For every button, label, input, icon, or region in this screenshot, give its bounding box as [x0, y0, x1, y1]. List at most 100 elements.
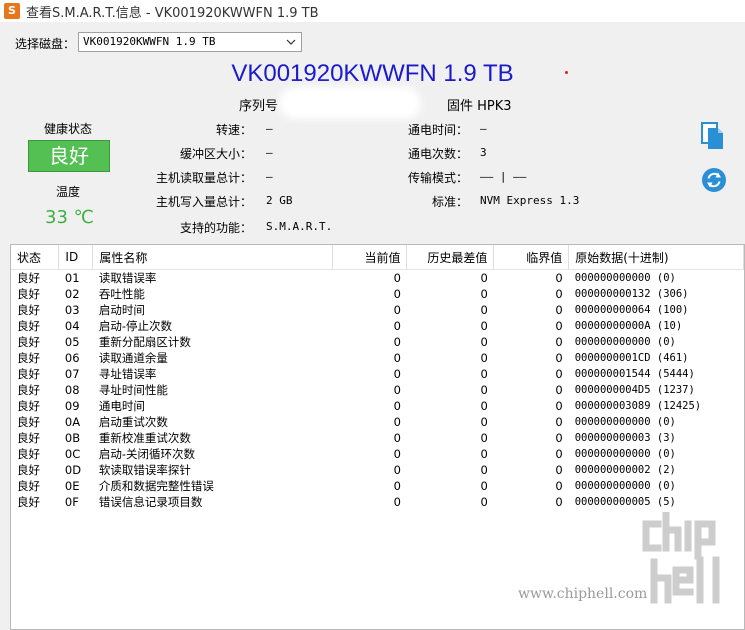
column-header-name[interactable]: 属性名称: [92, 245, 333, 270]
row-threshold-value: 0: [555, 431, 563, 445]
title-bar: S 查看S.M.A.R.T.信息 - VK001920KWWFN 1.9 TB: [0, 0, 745, 22]
row-id: 08: [64, 383, 80, 397]
row-attribute-name: 读取通道余量: [98, 351, 168, 365]
row-attribute-name: 吞吐性能: [98, 287, 145, 301]
row-current-value: 0: [393, 351, 401, 365]
row-current-value: 0: [393, 271, 401, 285]
row-status: 良好: [17, 383, 40, 397]
row-worst-value: 0: [480, 319, 488, 333]
row-worst-value: 0: [480, 415, 488, 429]
row-worst-value: 0: [480, 367, 488, 381]
firmware-label: 固件: [447, 99, 474, 114]
copy-icon[interactable]: [700, 121, 726, 151]
row-threshold-value: 0: [555, 463, 563, 477]
row-attribute-name: 启动-关闭循环次数: [98, 447, 196, 461]
refresh-icon[interactable]: [701, 167, 727, 193]
row-threshold-value: 0: [555, 271, 563, 285]
table-row[interactable]: 良好 08 寻址时间性能 0 0 0 0000000004D5 (1237): [11, 382, 744, 398]
table-row[interactable]: 良好 02 吞吐性能 0 0 0 000000000132 (306): [11, 286, 744, 302]
host-writes-label: 主机写入量总计：: [155, 195, 252, 209]
row-attribute-name: 启动时间: [98, 303, 145, 317]
table-row[interactable]: 良好 06 读取通道余量 0 0 0 0000000001CD (461): [11, 350, 744, 366]
firmware-info: 固件 HPK3: [447, 95, 512, 114]
row-id: 0B: [64, 431, 81, 445]
row-threshold-value: 0: [555, 479, 563, 493]
watermark-url: www.chiphell.com: [518, 586, 648, 602]
row-attribute-name: 寻址错误率: [98, 367, 157, 381]
row-current-value: 0: [393, 319, 401, 333]
row-raw-data: 000000001544 (5444): [574, 368, 695, 380]
transfer-mode-label: 传输模式：: [407, 171, 468, 185]
row-raw-data: 000000000000 (0): [574, 416, 676, 428]
table-row[interactable]: 良好 04 启动-停止次数 0 0 0 00000000000A (10): [11, 318, 744, 334]
table-row[interactable]: 良好 0B 重新校准重试次数 0 0 0 000000000003 (3): [11, 430, 744, 446]
row-status: 良好: [17, 447, 40, 461]
row-status: 良好: [17, 463, 40, 477]
chevron-down-icon: [286, 39, 296, 45]
row-id: 05: [64, 335, 80, 349]
column-header-id[interactable]: ID: [58, 245, 94, 270]
row-status: 良好: [17, 367, 40, 381]
smart-attribute-table[interactable]: 状态 ID 属性名称 当前值 历史最差值 临界值 原始数据(十进制) 良好 01 读…: [10, 244, 745, 630]
temperature-label: 温度: [56, 185, 81, 199]
column-header-current[interactable]: 当前值: [332, 245, 408, 270]
column-header-worst[interactable]: 历史最差值: [406, 245, 495, 270]
row-current-value: 0: [393, 383, 401, 397]
window-title: 查看S.M.A.R.T.信息 - VK001920KWWFN 1.9 TB: [26, 6, 319, 21]
row-worst-value: 0: [480, 479, 488, 493]
row-raw-data: 000000000064 (100): [574, 304, 689, 316]
row-current-value: 0: [393, 463, 401, 477]
row-status: 良好: [17, 479, 40, 493]
table-row[interactable]: 良好 0E 介质和数据完整性错误 0 0 0 000000000000 (0): [11, 478, 744, 494]
table-row[interactable]: 良好 0D 软读取错误率探针 0 0 0 000000000002 (2): [11, 462, 744, 478]
row-status: 良好: [17, 415, 40, 429]
row-raw-data: 00000000000A (10): [574, 320, 683, 332]
table-row[interactable]: 良好 0C 启动-关闭循环次数 0 0 0 000000000000 (0): [11, 446, 744, 462]
table-row[interactable]: 良好 09 通电时间 0 0 0 000000003089 (12425): [11, 398, 744, 414]
row-threshold-value: 0: [555, 447, 563, 461]
column-header-raw[interactable]: 原始数据(十进制): [568, 245, 744, 270]
app-icon: S: [4, 3, 20, 19]
row-worst-value: 0: [480, 399, 488, 413]
table-row[interactable]: 良好 03 启动时间 0 0 0 000000000064 (100): [11, 302, 744, 318]
row-current-value: 0: [393, 335, 401, 349]
table-row[interactable]: 良好 05 重新分配扇区计数 0 0 0 000000000000 (0): [11, 334, 744, 350]
table-row[interactable]: 良好 07 寻址错误率 0 0 0 000000001544 (5444): [11, 366, 744, 382]
row-id: 01: [64, 271, 80, 285]
row-status: 良好: [17, 351, 40, 365]
features-value: S.M.A.R.T.: [266, 220, 333, 233]
health-status-badge: 良好: [28, 140, 110, 172]
table-row[interactable]: 良好 0F 错误信息记录项目数 0 0 0 000000000005 (5): [11, 494, 744, 510]
buffer-size-label: 缓冲区大小：: [179, 147, 252, 161]
row-current-value: 0: [393, 431, 401, 445]
row-worst-value: 0: [480, 463, 488, 477]
column-header-status[interactable]: 状态: [11, 245, 60, 270]
disk-model-title: VK001920KWWFN 1.9 TB: [231, 60, 514, 87]
row-raw-data: 000000000000 (0): [574, 480, 676, 492]
row-current-value: 0: [393, 495, 401, 509]
table-row[interactable]: 良好 0A 启动重试次数 0 0 0 000000000000 (0): [11, 414, 744, 430]
row-threshold-value: 0: [555, 335, 563, 349]
temperature-value: 33 ℃: [45, 207, 94, 228]
power-on-hours-value: —: [480, 122, 487, 135]
transfer-mode-value: —— | ——: [480, 170, 527, 183]
buffer-size-value: —: [266, 146, 273, 159]
serial-value-redacted: [285, 93, 415, 113]
host-reads-label: 主机读取量总计：: [155, 171, 252, 185]
row-id: 0F: [64, 495, 79, 509]
row-attribute-name: 重新分配扇区计数: [98, 335, 191, 349]
row-current-value: 0: [393, 287, 401, 301]
row-status: 良好: [17, 319, 40, 333]
row-worst-value: 0: [480, 335, 488, 349]
row-attribute-name: 读取错误率: [98, 271, 157, 285]
standard-label: 标准：: [431, 195, 468, 209]
table-row[interactable]: 良好 01 读取错误率 0 0 0 000000000000 (0): [11, 270, 744, 287]
column-header-threshold[interactable]: 临界值: [493, 245, 570, 270]
row-raw-data: 000000000002 (2): [574, 464, 676, 476]
row-worst-value: 0: [480, 351, 488, 365]
row-worst-value: 0: [480, 287, 488, 301]
disk-select-dropdown[interactable]: VK001920KWWFN 1.9 TB: [78, 32, 302, 52]
row-status: 良好: [17, 431, 40, 445]
row-worst-value: 0: [480, 271, 488, 285]
row-threshold-value: 0: [555, 415, 563, 429]
